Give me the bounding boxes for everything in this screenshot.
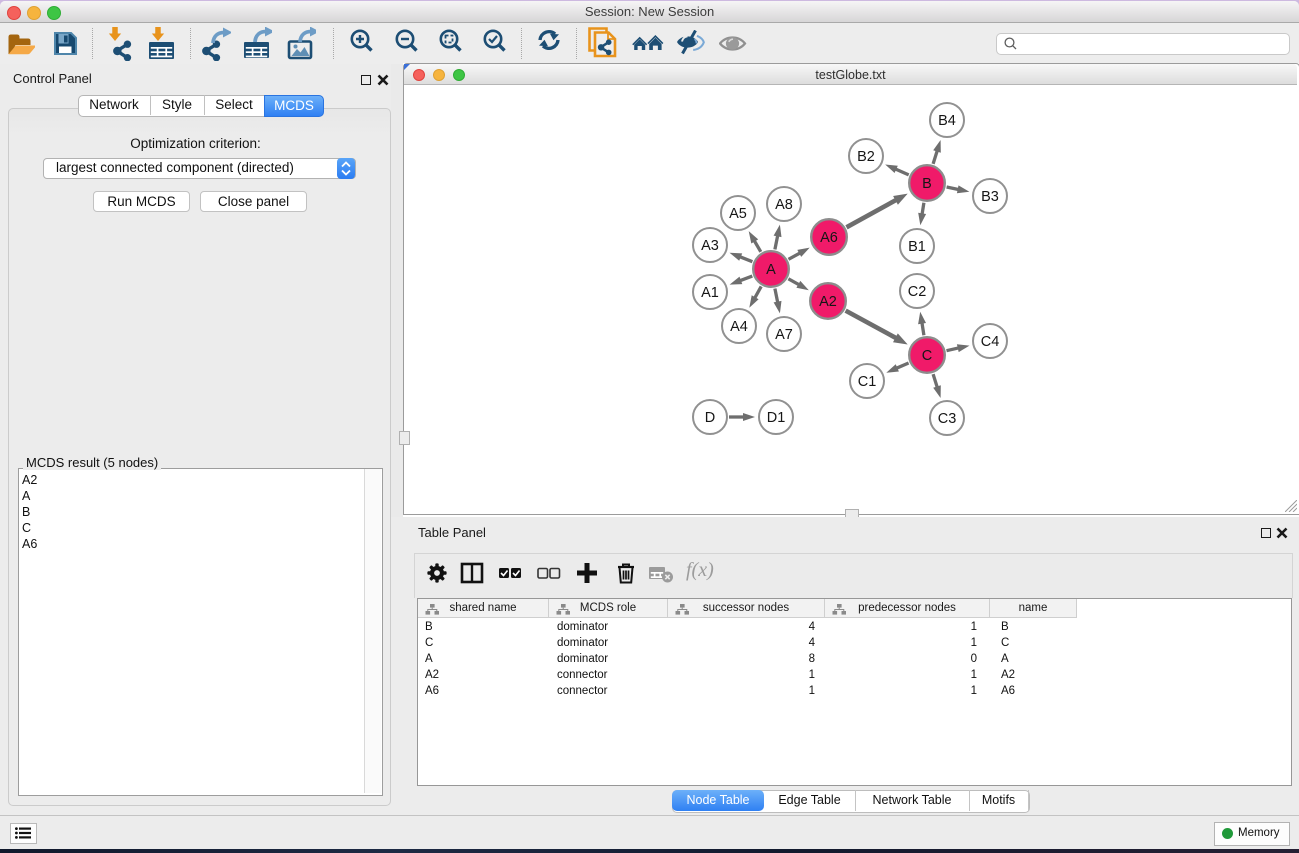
svg-text:C3: C3 [938, 411, 957, 427]
svg-text:B2: B2 [857, 149, 875, 165]
svg-text:B: B [922, 176, 932, 192]
svg-text:A2: A2 [819, 294, 837, 310]
svg-text:C2: C2 [908, 284, 927, 300]
svg-text:A: A [766, 262, 776, 278]
svg-text:B4: B4 [938, 113, 956, 129]
svg-text:A7: A7 [775, 327, 793, 343]
svg-text:A8: A8 [775, 197, 793, 213]
svg-text:C1: C1 [858, 374, 877, 390]
svg-text:B3: B3 [981, 189, 999, 205]
svg-text:A4: A4 [730, 319, 748, 335]
svg-text:C: C [922, 348, 932, 364]
svg-text:C4: C4 [981, 334, 1000, 350]
svg-text:D: D [705, 410, 715, 426]
svg-text:A6: A6 [820, 230, 838, 246]
svg-text:A3: A3 [701, 238, 719, 254]
svg-text:A5: A5 [729, 206, 747, 222]
svg-text:D1: D1 [767, 410, 786, 426]
svg-text:A1: A1 [701, 285, 719, 301]
svg-text:B1: B1 [908, 239, 926, 255]
